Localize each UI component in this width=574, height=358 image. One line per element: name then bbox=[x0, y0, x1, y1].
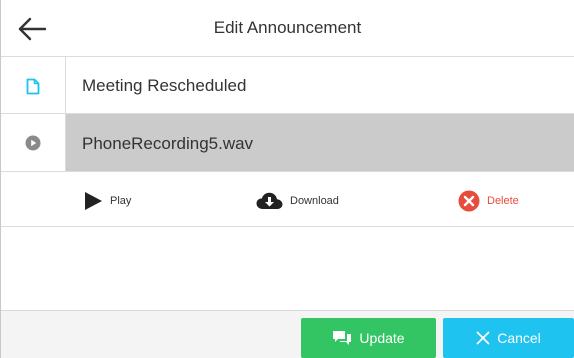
edit-announcement-screen: Edit Announcement Meeting Rescheduled Ph… bbox=[0, 0, 574, 358]
announcement-title-row[interactable]: Meeting Rescheduled bbox=[1, 57, 574, 114]
announcement-title-text: Meeting Rescheduled bbox=[82, 76, 247, 95]
download-button[interactable]: Download bbox=[256, 190, 339, 212]
recording-file-name: PhoneRecording5.wav bbox=[82, 134, 254, 153]
play-circle-icon bbox=[25, 135, 41, 151]
header: Edit Announcement bbox=[1, 0, 574, 57]
play-label: Play bbox=[110, 195, 132, 207]
delete-label: Delete bbox=[487, 195, 519, 207]
update-button[interactable]: Update bbox=[301, 318, 436, 358]
cancel-label: Cancel bbox=[497, 330, 541, 346]
cancel-button[interactable]: Cancel bbox=[443, 318, 574, 358]
close-circle-icon bbox=[458, 190, 480, 212]
delete-button[interactable]: Delete bbox=[458, 190, 519, 212]
footer-bar: Update Cancel bbox=[1, 310, 574, 358]
recording-file-row[interactable]: PhoneRecording5.wav bbox=[1, 114, 574, 172]
chat-bubbles-icon bbox=[333, 331, 352, 345]
page-title: Edit Announcement bbox=[213, 18, 362, 37]
download-label: Download bbox=[290, 195, 339, 207]
cloud-download-icon bbox=[256, 192, 283, 209]
document-icon bbox=[26, 78, 40, 95]
play-icon bbox=[85, 192, 102, 210]
file-icon-cell bbox=[1, 114, 66, 171]
recording-actions: Play Download Delete bbox=[1, 172, 574, 227]
title-icon-cell bbox=[1, 57, 66, 113]
update-label: Update bbox=[359, 330, 405, 346]
close-icon bbox=[476, 331, 490, 345]
play-button[interactable]: Play bbox=[83, 190, 131, 212]
